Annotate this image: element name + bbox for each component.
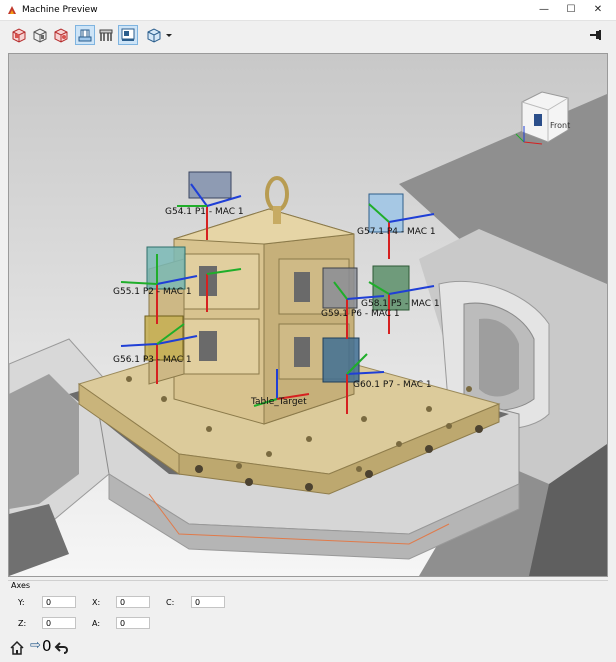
machine-scene: G54.1 P1 - MAC 1 G55.1 P2 - MAC 1 G56.1 … bbox=[9, 91, 607, 576]
fixture-view-icon[interactable] bbox=[75, 25, 95, 45]
axis-y-input[interactable] bbox=[42, 596, 76, 608]
axis-c-input[interactable] bbox=[191, 596, 225, 608]
maximize-button[interactable]: ☐ bbox=[559, 2, 583, 18]
home-icon[interactable] bbox=[8, 639, 26, 657]
g55-label: G55.1 P2 - MAC 1 bbox=[113, 287, 192, 297]
axis-a-input[interactable] bbox=[116, 617, 150, 629]
g54-label: G54.1 P1 - MAC 1 bbox=[165, 207, 244, 217]
parts-view-icon[interactable] bbox=[96, 25, 116, 45]
g56-label: G56.1 P3 - MAC 1 bbox=[113, 355, 192, 365]
view-iso-2-icon[interactable] bbox=[30, 25, 50, 45]
view-cube-front-label: Front bbox=[550, 121, 570, 130]
cube-view-icon[interactable] bbox=[144, 25, 164, 45]
axes-panel-title: Axes bbox=[11, 581, 31, 590]
axes-panel: Axes Y: X: C: Z: A: bbox=[8, 580, 608, 633]
undo-icon[interactable] bbox=[54, 639, 70, 657]
g57-label: G57.1 P4 - MAC 1 bbox=[357, 227, 436, 237]
zero-label[interactable]: 0 bbox=[42, 637, 52, 655]
axis-z-label: Z: bbox=[18, 619, 27, 628]
dropdown-arrow-icon[interactable] bbox=[163, 25, 173, 45]
view-iso-icon[interactable] bbox=[9, 25, 29, 45]
g59-label: G59.1 P6 - MAC 1 bbox=[321, 309, 400, 319]
g60-label: G60.1 P7 - MAC 1 bbox=[353, 380, 432, 390]
axis-c-label: C: bbox=[166, 598, 175, 607]
window-title: Machine Preview bbox=[22, 5, 98, 15]
table-view-icon[interactable] bbox=[118, 25, 138, 45]
pin-icon[interactable] bbox=[586, 25, 606, 45]
toolbar bbox=[0, 21, 616, 51]
axis-a-label: A: bbox=[92, 619, 101, 628]
table-target-label: Table_Target bbox=[250, 397, 307, 407]
app-icon bbox=[8, 6, 16, 14]
zero-arrow-icon[interactable]: ⇨ bbox=[30, 638, 41, 653]
3d-viewport[interactable]: G54.1 P1 - MAC 1 G55.1 P2 - MAC 1 G56.1 … bbox=[8, 53, 608, 577]
view-iso-3-icon[interactable] bbox=[51, 25, 71, 45]
axis-y-label: Y: bbox=[18, 598, 25, 607]
axis-x-label: X: bbox=[92, 598, 101, 607]
g58-label: G58.1 P5 - MAC 1 bbox=[361, 299, 440, 309]
close-button[interactable]: ✕ bbox=[586, 2, 610, 18]
title-bar: Machine Preview — ☐ ✕ bbox=[0, 0, 616, 21]
bottom-bar: ⇨ 0 bbox=[0, 636, 616, 662]
axis-x-input[interactable] bbox=[116, 596, 150, 608]
axis-z-input[interactable] bbox=[42, 617, 76, 629]
minimize-button[interactable]: — bbox=[532, 2, 556, 18]
